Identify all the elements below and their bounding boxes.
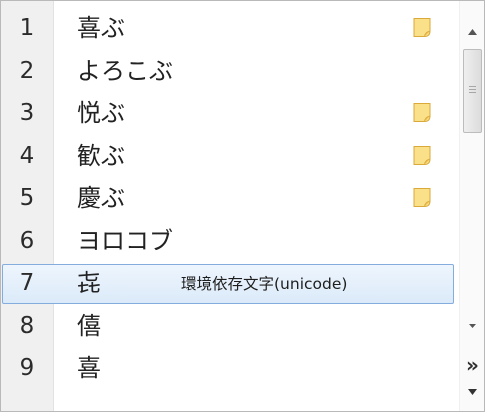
- candidate-number: 5: [19, 185, 35, 211]
- candidate-word: ヨロコブ: [77, 226, 173, 255]
- candidate-number: 9: [19, 355, 35, 381]
- candidate-number: 6: [19, 227, 35, 254]
- memo-note-icon: [413, 103, 431, 122]
- expand-candidates-button[interactable]: »: [460, 353, 484, 377]
- scroll-thumb[interactable]: [463, 49, 482, 133]
- memo-note-icon: [413, 145, 431, 165]
- candidate-row-3[interactable]: 3 悦ぶ: [1, 92, 456, 135]
- grip-line: [469, 89, 476, 90]
- ime-candidate-window: 1 喜ぶ 2 よろこぶ 3 悦ぶ 4 歓ぶ 5 慶ぶ 6 ヨロコブ 7 㐂 環境…: [0, 0, 485, 412]
- candidate-word: 喜: [77, 354, 101, 382]
- grip-line: [469, 86, 476, 87]
- vertical-scrollbar[interactable]: »: [459, 1, 485, 411]
- candidate-row-8[interactable]: 8 僖: [1, 305, 456, 348]
- candidate-list: 1 喜ぶ 2 よろこぶ 3 悦ぶ 4 歓ぶ 5 慶ぶ 6 ヨロコブ 7 㐂 環境…: [1, 7, 456, 390]
- candidate-annotation: 環境依存文字(unicode): [181, 275, 348, 293]
- candidate-word: 慶ぶ: [77, 184, 125, 212]
- candidate-number: 7: [19, 270, 35, 296]
- candidate-number: 1: [19, 15, 35, 41]
- candidate-row-6[interactable]: 6 ヨロコブ: [1, 220, 456, 263]
- candidate-word: 悦ぶ: [77, 99, 125, 127]
- candidate-row-7-selected[interactable]: 7 㐂 環境依存文字(unicode): [1, 262, 456, 305]
- candidate-word: 僖: [77, 311, 101, 340]
- candidate-number: 4: [19, 142, 35, 169]
- candidate-word: 歓ぶ: [77, 141, 125, 170]
- page-down-arrow-icon[interactable]: [460, 385, 485, 399]
- candidate-row-4[interactable]: 4 歓ぶ: [1, 135, 456, 178]
- candidate-row-5[interactable]: 5 慶ぶ: [1, 177, 456, 220]
- candidate-row-9[interactable]: 9 喜: [1, 347, 456, 390]
- grip-line: [469, 92, 476, 93]
- memo-note-icon: [413, 18, 431, 37]
- candidate-row-1[interactable]: 1 喜ぶ: [1, 7, 456, 50]
- candidate-row-2[interactable]: 2 よろこぶ: [1, 50, 456, 93]
- memo-note-icon: [413, 188, 431, 207]
- candidate-number: 2: [19, 57, 35, 84]
- scroll-up-arrow-icon[interactable]: [460, 23, 485, 41]
- candidate-word: 喜ぶ: [77, 14, 125, 42]
- scroll-down-arrow-icon[interactable]: [460, 319, 485, 333]
- candidate-word: 㐂: [77, 269, 101, 297]
- candidate-number: 8: [19, 312, 35, 339]
- candidate-word: よろこぶ: [77, 56, 173, 85]
- candidate-number: 3: [19, 100, 35, 126]
